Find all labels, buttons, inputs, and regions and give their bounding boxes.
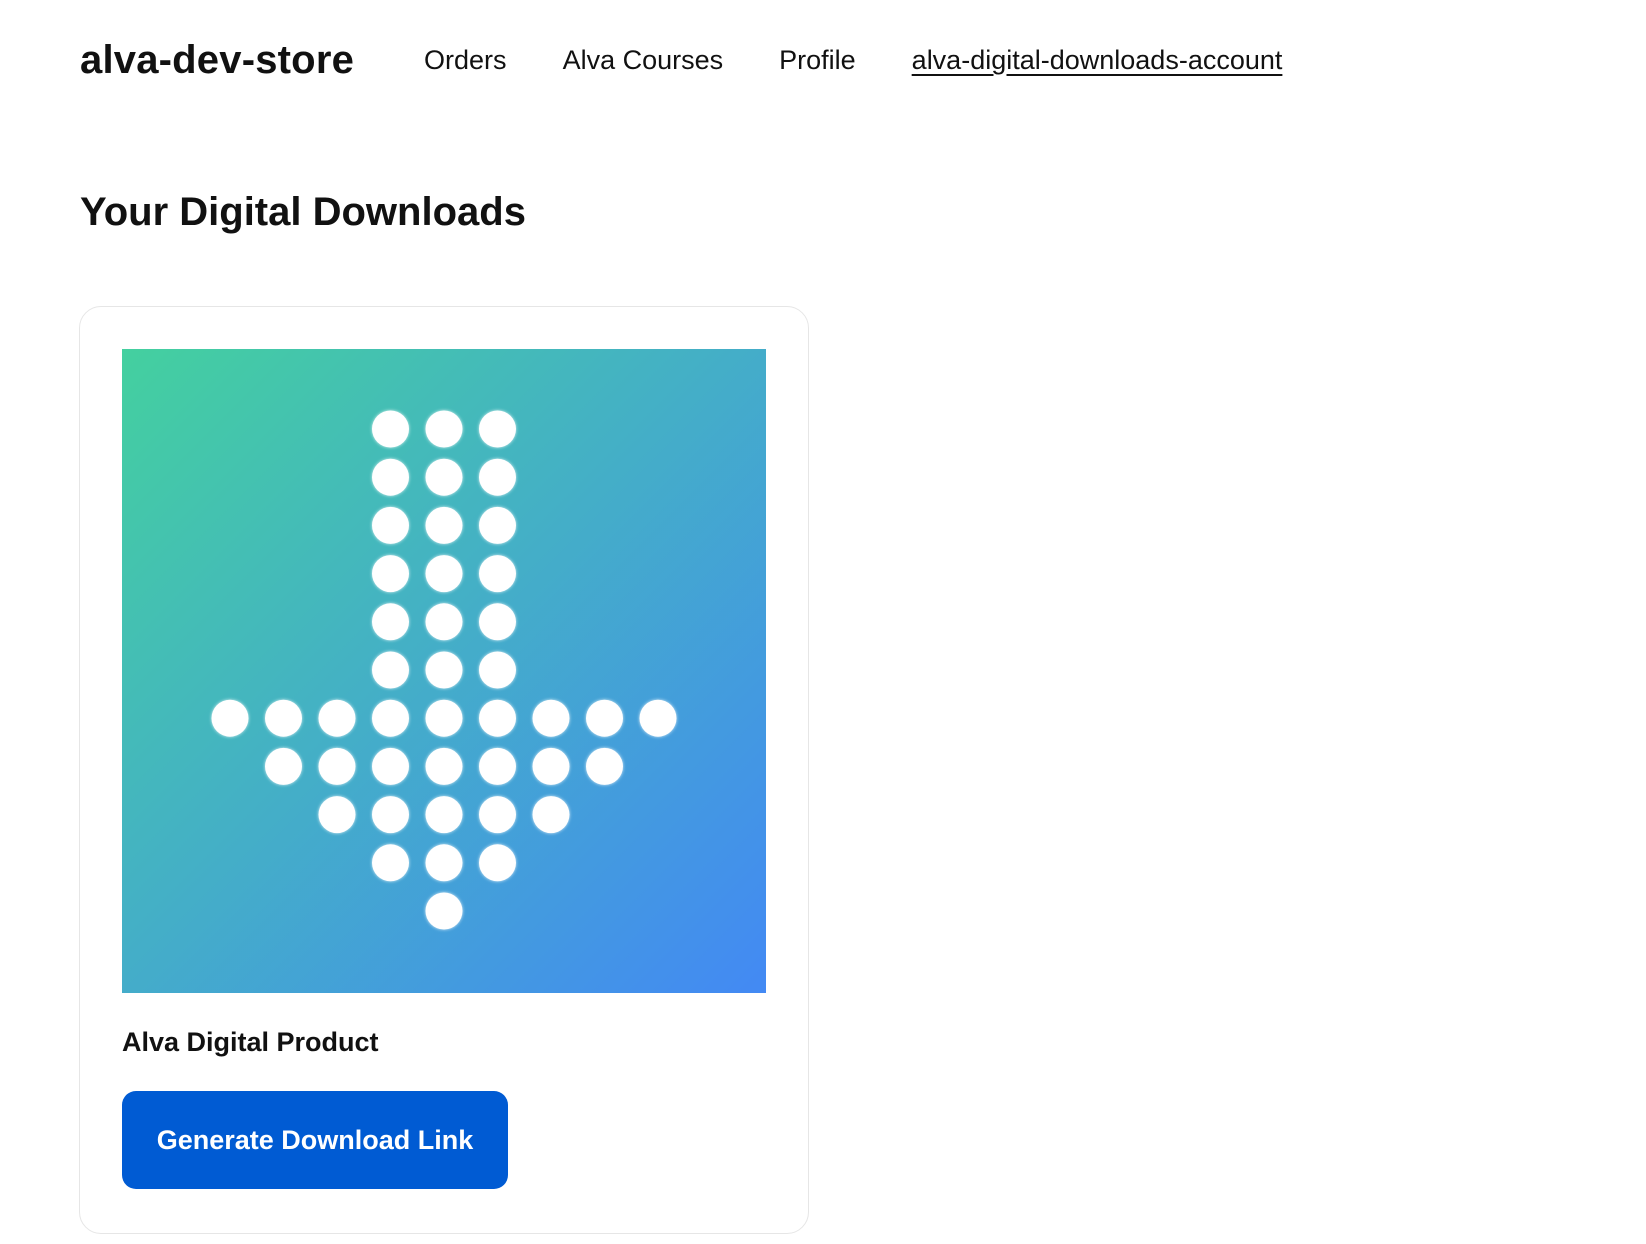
arrow-dot [479,458,516,496]
arrow-dot [479,410,516,448]
arrow-dot [479,699,516,737]
generate-download-link-button[interactable]: Generate Download Link [122,1091,508,1189]
arrow-dot [425,555,463,593]
main-nav: Orders Alva Courses Profile alva-digital… [424,45,1282,76]
arrow-dot [425,651,463,689]
nav-link-account[interactable]: alva-digital-downloads-account [912,45,1283,76]
arrow-dot [586,747,623,785]
arrow-dot [639,699,677,737]
arrow-dot [372,555,409,593]
arrow-dot [425,796,463,834]
arrow-dot [318,747,356,785]
arrow-dot [372,747,409,785]
nav-link-orders[interactable]: Orders [424,45,507,76]
arrow-dot [372,458,409,496]
product-image [122,349,766,993]
arrow-dot [265,699,302,737]
arrow-dot [372,651,409,689]
arrow-dot [479,796,516,834]
dotted-download-arrow-icon [122,349,766,993]
arrow-dot [479,651,516,689]
arrow-dot [479,844,516,882]
arrow-dot [265,747,302,785]
page-title: Your Digital Downloads [80,190,526,234]
site-header: alva-dev-store Orders Alva Courses Profi… [80,30,1282,90]
arrow-dot [532,699,570,737]
nav-link-alva-courses[interactable]: Alva Courses [563,45,724,76]
arrow-dot [425,892,463,930]
nav-link-profile[interactable]: Profile [779,45,856,76]
arrow-dot [479,555,516,593]
arrow-dot [318,796,356,834]
arrow-dot [586,699,623,737]
arrow-dot [425,747,463,785]
arrow-dot [479,603,516,641]
arrow-dot [479,747,516,785]
arrow-dot [425,506,463,544]
arrow-dot [479,506,516,544]
arrow-dot [372,796,409,834]
arrow-dot [425,410,463,448]
arrow-dot [425,603,463,641]
arrow-dot [372,844,409,882]
arrow-dot [532,747,570,785]
arrow-dot [425,458,463,496]
arrow-dot [425,699,463,737]
arrow-dot [372,603,409,641]
arrow-dot [425,844,463,882]
product-card: Alva Digital Product Generate Download L… [79,306,809,1234]
arrow-dot [372,410,409,448]
store-name[interactable]: alva-dev-store [80,38,354,83]
arrow-dot [372,699,409,737]
arrow-dot [372,506,409,544]
arrow-dot [532,796,570,834]
arrow-dot [318,699,356,737]
product-name: Alva Digital Product [122,1027,379,1057]
arrow-dot [211,699,249,737]
